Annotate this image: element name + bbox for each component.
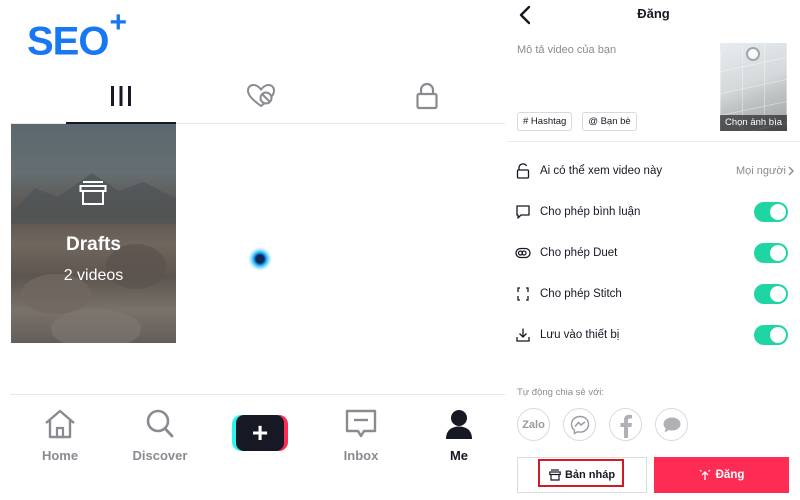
- create-button[interactable]: +: [232, 415, 288, 451]
- comments-toggle[interactable]: [754, 202, 788, 222]
- draft-highlight-box: [538, 459, 624, 487]
- divider: [507, 141, 800, 142]
- setting-save-to-device: Lưu vào thiết bị: [507, 316, 800, 356]
- lock-open-icon: [516, 163, 530, 179]
- messenger-icon[interactable]: [563, 408, 596, 441]
- visibility-value: Mọi người: [735, 165, 786, 177]
- heart-hidden-icon: [246, 83, 276, 108]
- tab-private[interactable]: [372, 68, 482, 124]
- chat-glyph: [663, 417, 680, 432]
- post-header: Đăng: [507, 0, 800, 30]
- drafts-title: Drafts: [66, 234, 121, 255]
- download-icon: [516, 328, 530, 342]
- comment-icon: [516, 205, 530, 219]
- plus-icon: +: [236, 415, 284, 451]
- zalo-icon[interactable]: Zalo: [517, 408, 550, 441]
- lock-icon: [416, 82, 438, 110]
- drafts-tile[interactable]: Drafts 2 videos: [11, 124, 176, 343]
- duet-toggle[interactable]: [754, 243, 788, 263]
- mention-friends-chip[interactable]: @ Bạn bè: [582, 112, 637, 131]
- share-targets: Zalo: [517, 408, 688, 441]
- facebook-icon[interactable]: [609, 408, 642, 441]
- profile-tabs: [10, 68, 505, 125]
- chat-icon[interactable]: [655, 408, 688, 441]
- duet-icon: [515, 247, 531, 259]
- tab-liked[interactable]: [206, 68, 316, 124]
- grid-icon: [111, 86, 131, 106]
- touch-cursor: [248, 247, 272, 271]
- nav-discover[interactable]: Discover: [120, 409, 200, 463]
- inbox-icon: [345, 409, 377, 438]
- stitch-icon: [517, 287, 529, 301]
- seo-plus-logo: SEO+: [27, 6, 127, 64]
- page-title: Đăng: [637, 6, 670, 21]
- setting-allow-duet: Cho phép Duet: [507, 234, 800, 274]
- cover-thumbnail[interactable]: Chọn ảnh bìa: [720, 43, 787, 131]
- chevron-right-icon: [788, 166, 794, 176]
- drafts-count: 2 videos: [63, 267, 124, 284]
- hashtag-chip[interactable]: # Hashtag: [517, 112, 573, 131]
- nav-me[interactable]: Me: [419, 409, 499, 463]
- profile-screen: SEO+ Drafts 2 videos Home Discover + Inb…: [0, 0, 507, 500]
- setting-allow-stitch: Cho phép Stitch: [507, 275, 800, 315]
- drafts-box-icon: [79, 181, 107, 205]
- save-to-device-toggle[interactable]: [754, 325, 788, 345]
- person-icon: [446, 410, 472, 439]
- facebook-glyph: [620, 414, 632, 438]
- bottom-nav: Home Discover + Inbox Me: [10, 394, 505, 470]
- search-icon: [146, 409, 174, 438]
- nav-home[interactable]: Home: [20, 409, 100, 463]
- home-icon: [45, 409, 75, 439]
- thumbnail-lamp: [746, 47, 760, 61]
- choose-cover-label: Chọn ảnh bìa: [720, 115, 787, 131]
- nav-inbox[interactable]: Inbox: [321, 409, 401, 463]
- tab-videos[interactable]: [66, 68, 176, 125]
- post-screen: Đăng Mô tả video của bạn Chọn ảnh bìa # …: [507, 0, 800, 500]
- post-button[interactable]: Đăng: [654, 457, 789, 493]
- description-input[interactable]: Mô tả video của bạn: [517, 44, 616, 56]
- setting-allow-comments: Cho phép bình luận: [507, 193, 800, 233]
- setting-who-can-view[interactable]: Ai có thể xem video này Mọi người: [507, 152, 800, 192]
- messenger-glyph: [570, 415, 589, 435]
- caption-chips: # Hashtag @ Bạn bè: [517, 112, 637, 131]
- auto-share-label: Tự động chia sẻ với:: [517, 387, 605, 398]
- stitch-toggle[interactable]: [754, 284, 788, 304]
- upload-sparkle-icon: [699, 469, 711, 480]
